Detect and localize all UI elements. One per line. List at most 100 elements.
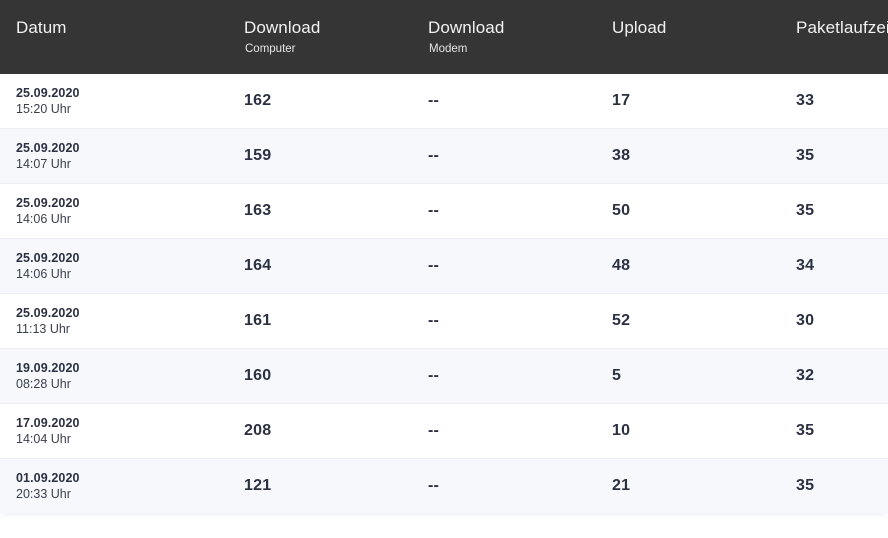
cell-upload: 5 xyxy=(612,367,621,385)
cell-download-computer: 208 xyxy=(244,422,271,440)
cell-download-modem: -- xyxy=(428,147,439,165)
cell-upload: 48 xyxy=(612,257,630,275)
cell-paketlaufzeit: 33 xyxy=(796,92,814,110)
cell-date: 25.09.2020 xyxy=(16,86,80,100)
cell-upload: 21 xyxy=(612,477,630,495)
table-row: 17.09.2020 14:04 Uhr 208 -- 10 35 xyxy=(0,404,888,459)
column-header-download-modem-subtitle: Modem xyxy=(429,43,468,55)
cell-download-computer-value: 164 xyxy=(244,257,272,274)
cell-upload: 50 xyxy=(612,202,630,220)
cell-paketlaufzeit-value: 35 xyxy=(796,422,815,439)
column-header-download-modem-title: Download xyxy=(428,18,505,37)
cell-upload: 17 xyxy=(612,92,630,110)
cell-download-modem: -- xyxy=(428,422,439,440)
column-header-datum-title: Datum xyxy=(16,18,67,37)
cell-upload-value: 5 xyxy=(612,367,622,384)
cell-datum: 19.09.2020 08:28 Uhr xyxy=(16,360,80,393)
table-header-row: Datum Download Computer Download Modem U… xyxy=(0,0,888,74)
cell-date: 25.09.2020 xyxy=(16,306,80,320)
cell-date: 25.09.2020 xyxy=(16,141,80,155)
column-header-download-computer-title: Download xyxy=(244,18,321,37)
cell-date: 01.09.2020 xyxy=(16,471,80,485)
column-header-upload-title: Upload xyxy=(612,18,667,37)
cell-download-modem: -- xyxy=(428,202,439,220)
cell-paketlaufzeit: 35 xyxy=(796,422,814,440)
cell-date: 25.09.2020 xyxy=(16,251,80,265)
cell-download-modem-value: -- xyxy=(428,92,440,109)
cell-download-computer: 161 xyxy=(244,312,271,330)
cell-paketlaufzeit: 34 xyxy=(796,257,814,275)
cell-paketlaufzeit-value: 33 xyxy=(796,92,815,109)
page-bottom-spacer xyxy=(0,513,888,538)
cell-download-modem-value: -- xyxy=(428,147,440,164)
cell-upload-value: 50 xyxy=(612,202,631,219)
cell-download-modem-value: -- xyxy=(428,477,440,494)
cell-download-modem-value: -- xyxy=(428,202,440,219)
cell-paketlaufzeit-value: 35 xyxy=(796,477,815,494)
cell-download-modem-value: -- xyxy=(428,257,440,274)
cell-upload-value: 38 xyxy=(612,147,631,164)
table-row: 19.09.2020 08:28 Uhr 160 -- 5 32 xyxy=(0,349,888,404)
cell-upload-value: 21 xyxy=(612,477,631,494)
cell-paketlaufzeit-value: 34 xyxy=(796,257,815,274)
table-body: 25.09.2020 15:20 Uhr 162 -- 17 33 25.09.… xyxy=(0,74,888,513)
cell-time: 08:28 Uhr xyxy=(16,377,71,391)
cell-time: 20:33 Uhr xyxy=(16,487,71,501)
cell-datum: 25.09.2020 14:07 Uhr xyxy=(16,140,80,173)
cell-download-modem-value: -- xyxy=(428,422,440,439)
cell-download-computer: 163 xyxy=(244,202,271,220)
cell-download-modem: -- xyxy=(428,312,439,330)
cell-download-modem: -- xyxy=(428,257,439,275)
cell-upload-value: 10 xyxy=(612,422,631,439)
cell-date: 25.09.2020 xyxy=(16,196,80,210)
cell-download-modem-value: -- xyxy=(428,367,440,384)
cell-download-modem: -- xyxy=(428,367,439,385)
cell-paketlaufzeit-value: 30 xyxy=(796,312,815,329)
cell-datum: 01.09.2020 20:33 Uhr xyxy=(16,470,80,503)
cell-paketlaufzeit-value: 35 xyxy=(796,147,815,164)
cell-download-computer: 160 xyxy=(244,367,271,385)
cell-download-computer: 162 xyxy=(244,92,271,110)
cell-datum: 17.09.2020 14:04 Uhr xyxy=(16,415,80,448)
cell-download-computer-value: 159 xyxy=(244,147,272,164)
table-row: 25.09.2020 14:06 Uhr 164 -- 48 34 xyxy=(0,239,888,294)
cell-download-computer: 164 xyxy=(244,257,271,275)
table-row: 25.09.2020 15:20 Uhr 162 -- 17 33 xyxy=(0,74,888,129)
cell-time: 15:20 Uhr xyxy=(16,102,71,116)
cell-download-modem: -- xyxy=(428,477,439,495)
column-header-paketlaufzeit-title: Paketlaufzeit xyxy=(796,18,888,37)
cell-paketlaufzeit-value: 35 xyxy=(796,202,815,219)
cell-paketlaufzeit: 30 xyxy=(796,312,814,330)
cell-upload: 38 xyxy=(612,147,630,165)
table-row: 25.09.2020 11:13 Uhr 161 -- 52 30 xyxy=(0,294,888,349)
cell-upload-value: 17 xyxy=(612,92,631,109)
cell-upload-value: 48 xyxy=(612,257,631,274)
cell-download-computer-value: 208 xyxy=(244,422,272,439)
cell-download-computer-value: 161 xyxy=(244,312,272,329)
cell-datum: 25.09.2020 14:06 Uhr xyxy=(16,195,80,228)
speedtest-results-table: Datum Download Computer Download Modem U… xyxy=(0,0,888,513)
cell-time: 14:06 Uhr xyxy=(16,267,71,281)
cell-datum: 25.09.2020 11:13 Uhr xyxy=(16,305,80,338)
cell-paketlaufzeit-value: 32 xyxy=(796,367,815,384)
cell-datum: 25.09.2020 15:20 Uhr xyxy=(16,85,80,118)
cell-time: 14:06 Uhr xyxy=(16,212,71,226)
cell-upload-value: 52 xyxy=(612,312,631,329)
cell-upload: 52 xyxy=(612,312,630,330)
cell-time: 11:13 Uhr xyxy=(16,322,70,336)
table-row: 25.09.2020 14:07 Uhr 159 -- 38 35 xyxy=(0,129,888,184)
cell-download-computer: 121 xyxy=(244,477,271,495)
cell-download-computer: 159 xyxy=(244,147,271,165)
cell-date: 19.09.2020 xyxy=(16,361,80,375)
cell-paketlaufzeit: 35 xyxy=(796,147,814,165)
table-row: 25.09.2020 14:06 Uhr 163 -- 50 35 xyxy=(0,184,888,239)
cell-download-modem-value: -- xyxy=(428,312,440,329)
cell-download-computer-value: 162 xyxy=(244,92,272,109)
cell-paketlaufzeit: 35 xyxy=(796,202,814,220)
cell-upload: 10 xyxy=(612,422,630,440)
cell-download-modem: -- xyxy=(428,92,439,110)
table-row: 01.09.2020 20:33 Uhr 121 -- 21 35 xyxy=(0,459,888,513)
cell-download-computer-value: 163 xyxy=(244,202,272,219)
cell-download-computer-value: 121 xyxy=(244,477,272,494)
cell-paketlaufzeit: 35 xyxy=(796,477,814,495)
